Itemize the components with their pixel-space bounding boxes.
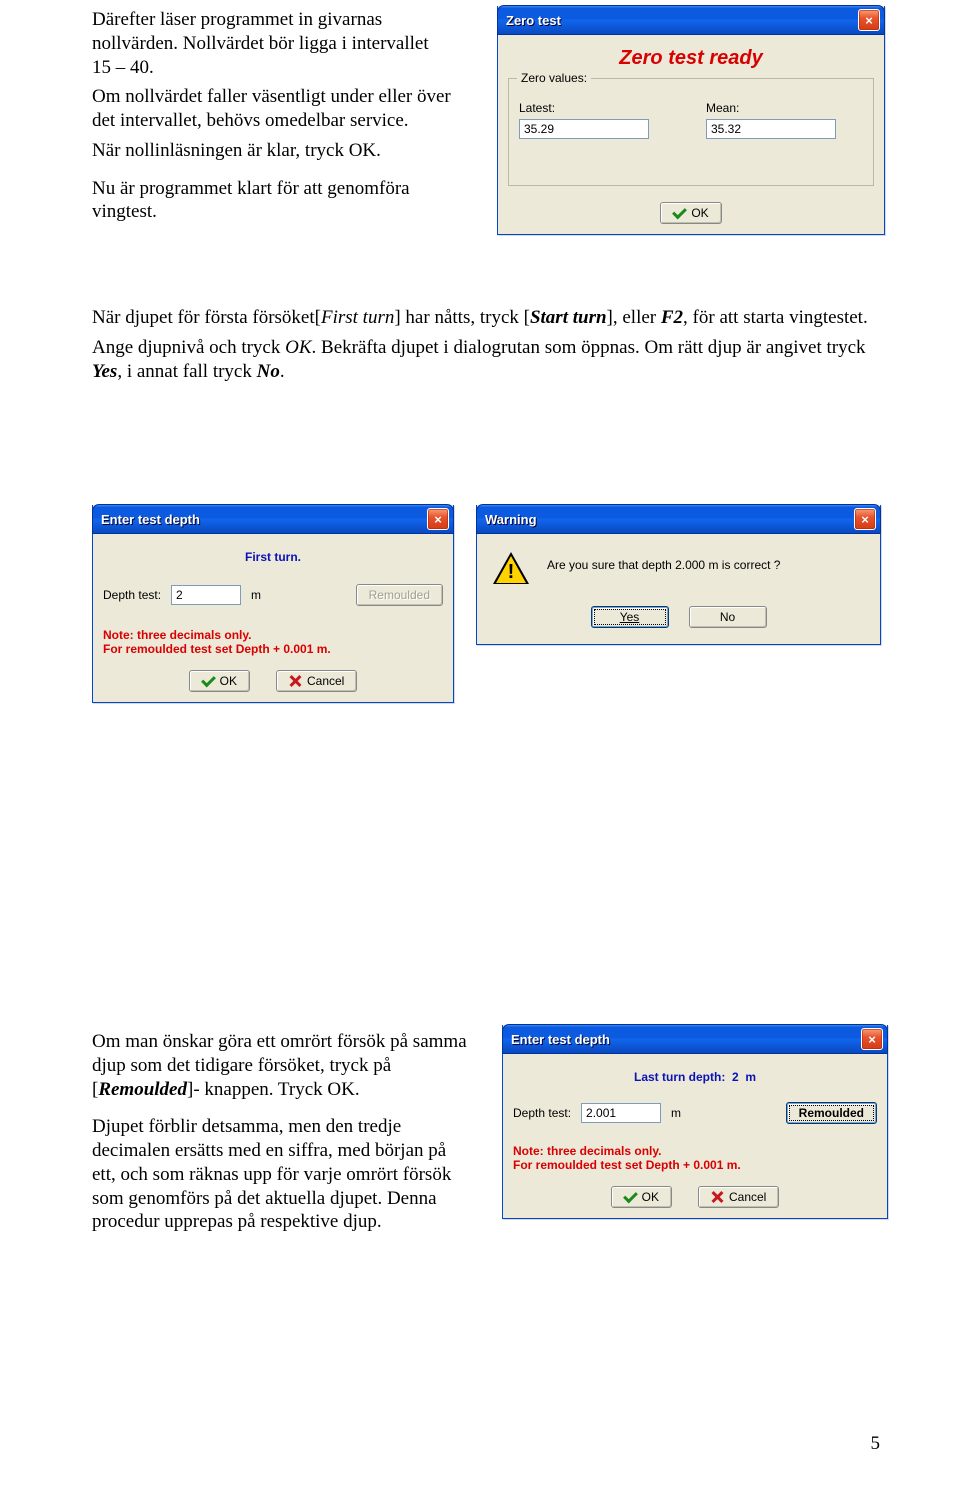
depth2-note-line2: For remoulded test set Depth + 0.001 m. [513,1158,877,1172]
p1: Därefter läser programmet in givarnas no… [92,9,429,78]
depth1-unit: m [251,588,261,602]
close-icon[interactable]: × [854,508,876,530]
depth1-title: Enter test depth [101,512,427,527]
zero-test-banner: Zero test ready [508,47,874,70]
latest-label: Latest: [519,101,676,115]
depth2-remoulded-button[interactable]: Remoulded [786,1102,877,1124]
close-icon[interactable]: × [858,9,880,31]
depth1-remoulded-button[interactable]: Remoulded [356,584,443,606]
depth1-note-line1: Note: three decimals only. [103,628,443,642]
check-icon [202,675,214,687]
zero-values-legend: Zero values: [517,71,591,85]
enter-depth-dialog-1: Enter test depth × First turn. Depth tes… [92,505,454,703]
page-number: 5 [871,1433,881,1455]
mean-input[interactable] [706,119,836,139]
zero-test-titlebar[interactable]: Zero test × [497,5,885,35]
warn-no-button[interactable]: No [689,606,767,628]
check-icon [624,1191,636,1203]
depth2-input[interactable] [581,1103,661,1123]
cross-icon [711,1191,723,1203]
depth2-title: Enter test depth [511,1032,861,1047]
cross-icon [289,675,301,687]
mid-text-block: När djupet för första försöket[First tur… [92,306,882,389]
latest-input[interactable] [519,119,649,139]
zero-ok-button[interactable]: OK [660,202,721,224]
depth2-unit: m [671,1106,681,1120]
p4: Nu är programmet klart för att genomföra… [92,178,410,223]
depth1-cancel-button[interactable]: Cancel [276,670,357,692]
depth2-note-line1: Note: three decimals only. [513,1144,877,1158]
mean-label: Mean: [706,101,863,115]
zero-test-dialog: Zero test × Zero test ready Zero values:… [497,6,885,235]
depth1-subtitle: First turn. [103,550,443,564]
close-icon[interactable]: × [427,508,449,530]
depth1-ok-button[interactable]: OK [189,670,250,692]
warning-dialog: Warning × ! Are you sure that depth 2.00… [476,505,881,645]
depth2-ok-button[interactable]: OK [611,1186,672,1208]
depth1-titlebar[interactable]: Enter test depth × [92,504,454,534]
depth1-input[interactable] [171,585,241,605]
intro-text-block: Därefter läser programmet in givarnas no… [92,8,452,230]
p8: Djupet förblir detsamma, men den tredje … [92,1116,451,1232]
depth1-label: Depth test: [103,588,161,602]
depth2-cancel-button[interactable]: Cancel [698,1186,779,1208]
close-icon[interactable]: × [861,1028,883,1050]
warn-title: Warning [485,512,854,527]
check-icon [673,207,685,219]
warn-message: Are you sure that depth 2.000 m is corre… [547,552,780,572]
depth2-titlebar[interactable]: Enter test depth × [502,1024,888,1054]
enter-depth-dialog-2: Enter test depth × Last turn depth: 2 m … [502,1025,888,1219]
p2: Om nollvärdet faller väsentligt under el… [92,86,451,131]
depth2-label: Depth test: [513,1106,571,1120]
depth2-last-line: Last turn depth: 2 m [513,1070,877,1084]
warn-titlebar[interactable]: Warning × [476,504,881,534]
warning-icon: ! [493,552,529,584]
p3: När nollinläsningen är klar, tryck OK. [92,140,381,161]
zero-test-title: Zero test [506,13,858,28]
warn-yes-button[interactable]: Yes [591,606,669,628]
zero-values-group: Zero values: Latest: Mean: [508,78,874,186]
depth1-note-line2: For remoulded test set Depth + 0.001 m. [103,642,443,656]
lower-text-block: Om man önskar göra ett omrört försök på … [92,1030,472,1240]
